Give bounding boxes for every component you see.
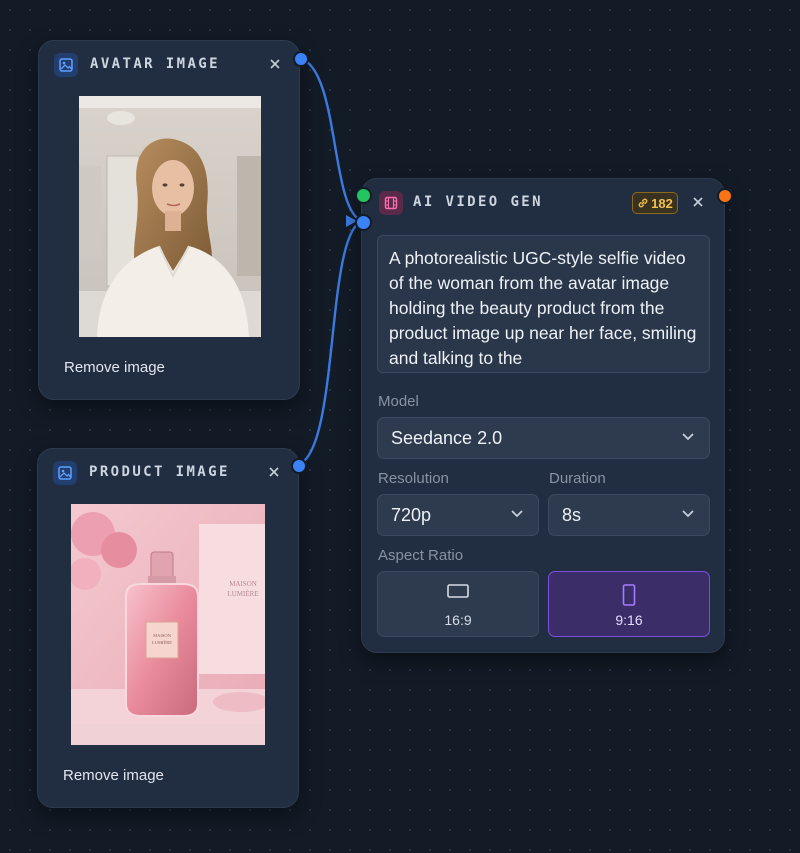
product-image-node[interactable]: PRODUCT IMAGE MAISON LUMIÈRE MAISON LUMI… bbox=[37, 448, 307, 808]
close-icon[interactable] bbox=[263, 461, 285, 483]
resolution-value: 720p bbox=[391, 505, 432, 525]
avatar-photo bbox=[79, 96, 261, 337]
node-header[interactable]: AI VIDEO GEN 182 bbox=[362, 179, 724, 229]
prompt-textarea[interactable]: A photorealistic UGC-style selfie video … bbox=[377, 235, 710, 373]
portrait-icon bbox=[622, 584, 636, 606]
aspect-ratio-label-text: 16:9 bbox=[444, 612, 472, 628]
resolution-select[interactable]: 720p bbox=[377, 494, 539, 536]
product-box-text: MAISON LUMIÈRE bbox=[227, 580, 259, 598]
node-title: AVATAR IMAGE bbox=[90, 56, 220, 72]
landscape-icon bbox=[447, 584, 469, 598]
duration-value: 8s bbox=[562, 505, 582, 525]
link-icon bbox=[638, 198, 648, 208]
avatar-image-node[interactable]: AVATAR IMAGE Remove image bbox=[38, 40, 309, 400]
input-port-image[interactable] bbox=[355, 214, 372, 231]
chevron-down-icon bbox=[511, 510, 523, 518]
remove-image-button[interactable]: Remove image bbox=[64, 359, 165, 376]
node-title: AI VIDEO GEN bbox=[413, 194, 543, 210]
edge-product-to-video bbox=[297, 219, 363, 467]
duration-select[interactable]: 8s bbox=[548, 494, 710, 536]
ai-video-gen-node[interactable]: AI VIDEO GEN 182 A photorealistic UGC-st… bbox=[355, 178, 733, 653]
chevron-down-icon bbox=[682, 433, 694, 441]
output-port[interactable] bbox=[291, 458, 307, 474]
close-icon[interactable] bbox=[264, 53, 286, 75]
output-port[interactable] bbox=[293, 51, 309, 67]
model-value: Seedance 2.0 bbox=[391, 428, 503, 448]
film-icon bbox=[379, 191, 403, 215]
chevron-down-icon bbox=[682, 510, 694, 518]
output-port[interactable] bbox=[717, 188, 733, 204]
resolution-label: Resolution bbox=[378, 470, 449, 487]
aspect-ratio-9-16-button[interactable]: 9:16 bbox=[548, 571, 710, 637]
image-icon bbox=[53, 461, 77, 485]
aspect-ratio-label: Aspect Ratio bbox=[378, 547, 464, 564]
bottle-label-text: MAISON LUMIÈRE bbox=[152, 633, 172, 645]
image-icon bbox=[54, 53, 78, 77]
credit-badge: 182 bbox=[632, 192, 678, 214]
duration-label: Duration bbox=[549, 470, 606, 487]
aspect-ratio-label-text: 9:16 bbox=[615, 612, 643, 628]
input-port-text[interactable] bbox=[355, 187, 372, 204]
product-photo: MAISON LUMIÈRE MAISON LUMIÈRE bbox=[71, 504, 265, 745]
remove-image-button[interactable]: Remove image bbox=[63, 767, 164, 784]
node-header[interactable]: AVATAR IMAGE bbox=[39, 41, 299, 91]
node-header[interactable]: PRODUCT IMAGE bbox=[38, 449, 298, 499]
credit-count: 182 bbox=[651, 195, 673, 211]
aspect-ratio-16-9-button[interactable]: 16:9 bbox=[377, 571, 539, 637]
close-icon[interactable] bbox=[687, 191, 709, 213]
node-title: PRODUCT IMAGE bbox=[89, 464, 230, 480]
model-select[interactable]: Seedance 2.0 bbox=[377, 417, 710, 459]
model-label: Model bbox=[378, 393, 419, 410]
edge-avatar-to-video bbox=[299, 56, 363, 223]
